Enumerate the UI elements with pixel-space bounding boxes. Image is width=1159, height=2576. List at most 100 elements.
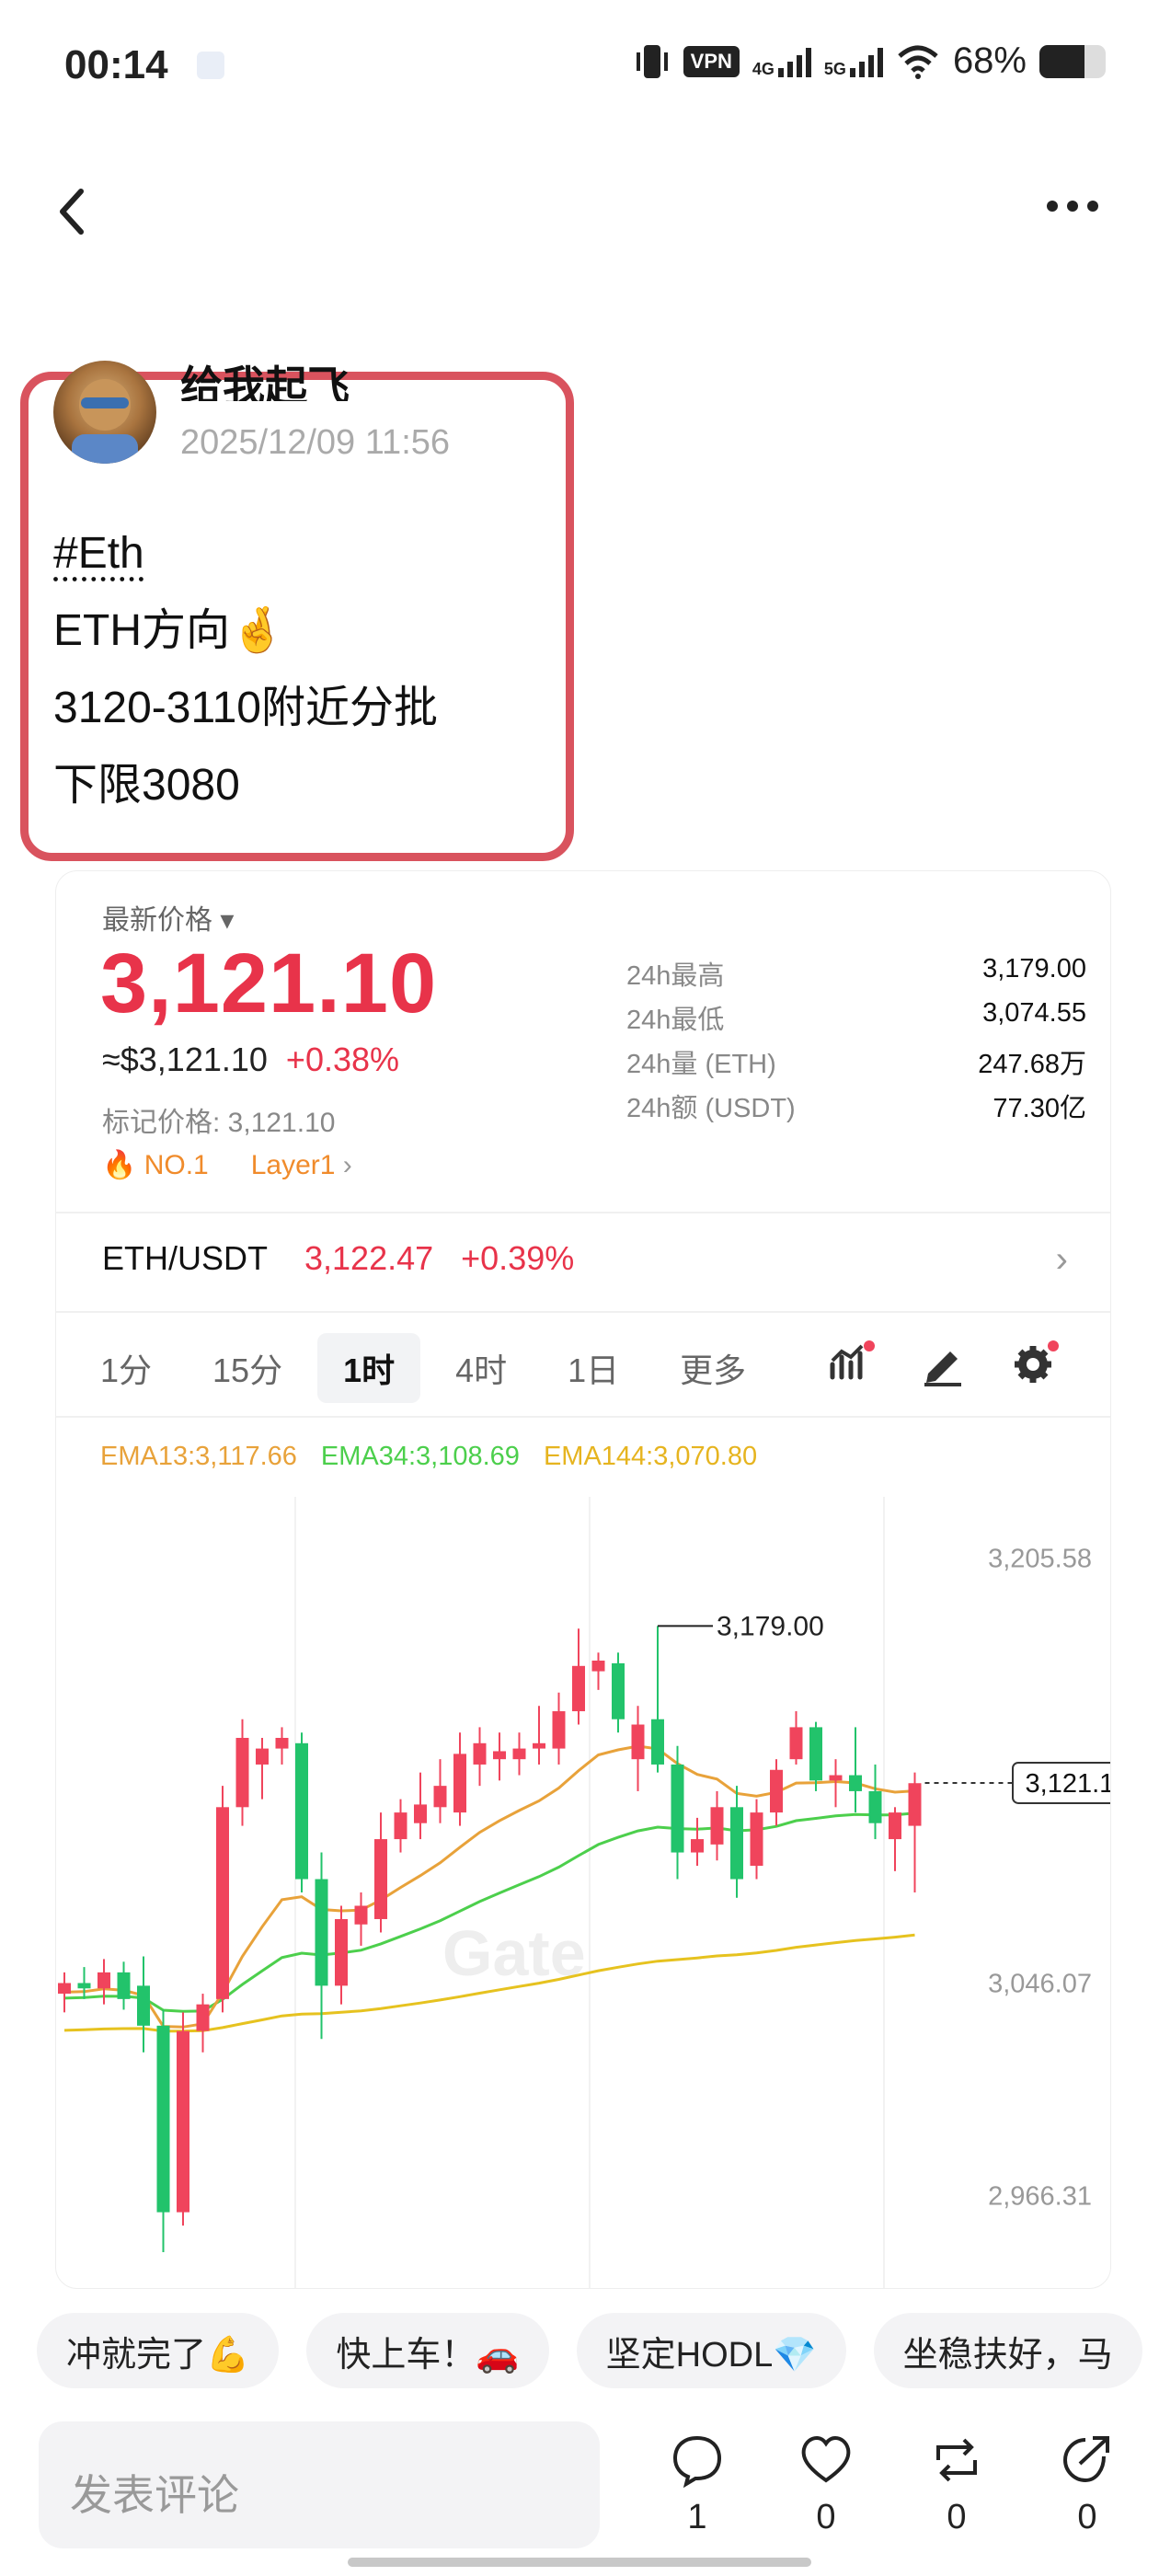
quick-reply-chip[interactable]: 坚定HODL💎 <box>576 2313 846 2388</box>
share-button[interactable]: 0 <box>1041 2432 1133 2537</box>
ticker-tags: 🔥 NO.1 Layer1 › <box>102 1149 352 1181</box>
ema13-label: EMA13:3,117.66 <box>100 1442 297 1471</box>
candle-body <box>671 1764 684 1853</box>
stat-value: 247.68万 <box>978 1050 1086 1079</box>
candle-body <box>493 1751 506 1760</box>
usd-price: ≈$3,121.10 +0.38% <box>102 1041 399 1079</box>
candle-body <box>512 1748 526 1760</box>
ema34-label: EMA34:3,108.69 <box>320 1442 520 1471</box>
candle-body <box>394 1812 407 1840</box>
tab-4h[interactable]: 4时 <box>430 1333 533 1403</box>
candlestick-chart[interactable]: Gate3,179.003,205.583,046.072,966.313,12… <box>56 1497 1110 2288</box>
like-button[interactable]: 0 <box>780 2432 872 2537</box>
ema144-label: EMA144:3,070.80 <box>543 1442 758 1471</box>
back-arrow-icon[interactable] <box>53 184 90 239</box>
more-options-button[interactable] <box>1047 201 1098 212</box>
mark-price: 标记价格: 3,121.10 <box>102 1108 336 1138</box>
post-timestamp: 2025/12/09 11:56 <box>180 423 451 462</box>
avatar[interactable] <box>53 361 156 464</box>
share-count: 0 <box>1077 2498 1097 2536</box>
candle-body <box>315 1879 328 1986</box>
candle-body <box>275 1738 289 1749</box>
stat-value: 77.30亿 <box>993 1094 1086 1123</box>
rank-tag[interactable]: 🔥 NO.1 <box>102 1149 209 1181</box>
price-change: +0.38% <box>285 1041 400 1078</box>
wifi-icon <box>898 45 938 79</box>
divider <box>56 1416 1110 1418</box>
tab-1d[interactable]: 1日 <box>542 1333 645 1403</box>
tab-1h[interactable]: 1时 <box>317 1333 421 1403</box>
repost-button[interactable]: 0 <box>911 2432 1003 2537</box>
stat-label: 24h最高 <box>626 961 725 991</box>
draw-icon[interactable] <box>917 1337 969 1388</box>
candle-body <box>354 1905 368 1925</box>
candle-body <box>374 1839 387 1919</box>
layer1-tag[interactable]: Layer1 › <box>251 1150 352 1181</box>
comment-icon <box>672 2435 722 2489</box>
candle-body <box>235 1738 249 1808</box>
post-line: 3120-3110附近分批 <box>53 684 438 732</box>
ema-legend: EMA13:3,117.66 EMA34:3,108.69 EMA144:3,0… <box>100 1442 757 1472</box>
battery-percent: 68% <box>952 40 1027 81</box>
comment-input[interactable]: 发表评论 <box>39 2421 600 2548</box>
stat-label: 24h额 (USDT) <box>626 1094 796 1123</box>
stats-24h: 24h最高 3,179.00 24h最低 3,074.55 24h量 (ETH) 24… <box>626 954 1086 1131</box>
latest-price: 3,121.10 <box>100 937 438 1030</box>
quick-reply-chip[interactable]: 坐稳扶好，马 <box>873 2313 1142 2388</box>
notification-icon <box>197 52 224 79</box>
tab-15m[interactable]: 15分 <box>187 1333 308 1403</box>
y-tick-label: 3,205.58 <box>988 1544 1092 1573</box>
quick-reply-chip[interactable]: 冲就完了💪 <box>37 2313 280 2388</box>
candle-body <box>177 2030 189 2213</box>
status-time: 00:14 <box>64 42 168 87</box>
candle-body <box>809 1727 822 1781</box>
battery-icon <box>1039 44 1106 78</box>
stat-value: 3,074.55 <box>982 998 1086 1028</box>
comment-button[interactable]: 1 <box>651 2432 743 2537</box>
tab-1m[interactable]: 1分 <box>75 1333 178 1403</box>
divider <box>56 1311 1110 1313</box>
heart-icon <box>801 2435 851 2483</box>
candle-body <box>829 1775 843 1781</box>
repost-count: 0 <box>947 2498 967 2536</box>
candle-body <box>137 1985 150 2026</box>
candle-body <box>117 1972 131 1999</box>
y-tick-label: 3,046.07 <box>988 1969 1092 1998</box>
candle-body <box>98 1972 110 1989</box>
settings-gear-icon[interactable] <box>1009 1337 1061 1388</box>
ticker-card[interactable]: 最新价格 ▾ 3,121.10 ≈$3,121.10 +0.38% 标记价格: 3… <box>55 870 1111 2289</box>
candle-body <box>691 1839 704 1853</box>
candle-body <box>631 1724 645 1760</box>
candle-body <box>889 1812 901 1840</box>
signal-4g-icon: 4G <box>752 46 811 77</box>
candle-body <box>453 1754 466 1813</box>
candle-body <box>256 1748 269 1765</box>
post-username[interactable]: 给我起飞 <box>180 353 350 401</box>
vibrate-icon <box>636 44 668 78</box>
candle-body <box>849 1775 862 1791</box>
comment-count: 1 <box>687 2498 707 2536</box>
post-content: #Eth ETH方向🤞 3120-3110附近分批 下限3080 <box>53 515 438 824</box>
stat-label: 24h最低 <box>626 1006 725 1035</box>
status-indicators: VPN 4G 5G 68% <box>634 40 1106 82</box>
vpn-badge: VPN <box>683 45 740 77</box>
comment-placeholder: 发表评论 <box>70 2471 239 2519</box>
chevron-right-icon: › <box>1055 1239 1068 1280</box>
net-5g-label: 5G <box>823 59 846 78</box>
share-icon <box>1062 2436 1109 2483</box>
home-indicator <box>348 2558 811 2567</box>
candle-body <box>216 1807 229 1999</box>
candle-body <box>770 1769 783 1813</box>
candle-body <box>651 1719 664 1765</box>
repost-icon <box>936 2438 977 2482</box>
layer1-label: Layer1 <box>250 1149 336 1180</box>
candle-body <box>156 2025 170 2213</box>
indicator-icon[interactable] <box>825 1337 877 1388</box>
hashtag-eth[interactable]: #Eth <box>53 515 438 592</box>
candle-body <box>414 1804 427 1823</box>
latest-price-label[interactable]: 最新价格 ▾ <box>102 897 234 937</box>
tab-more[interactable]: 更多 <box>654 1333 772 1403</box>
interval-tabs: 1分 15分 1时 4时 1日 更多 <box>75 1333 781 1403</box>
pair-row[interactable]: ETH/USDT 3,122.47 +0.39% › <box>102 1239 1068 1280</box>
quick-reply-chip[interactable]: 快上车！🚗 <box>306 2313 549 2388</box>
